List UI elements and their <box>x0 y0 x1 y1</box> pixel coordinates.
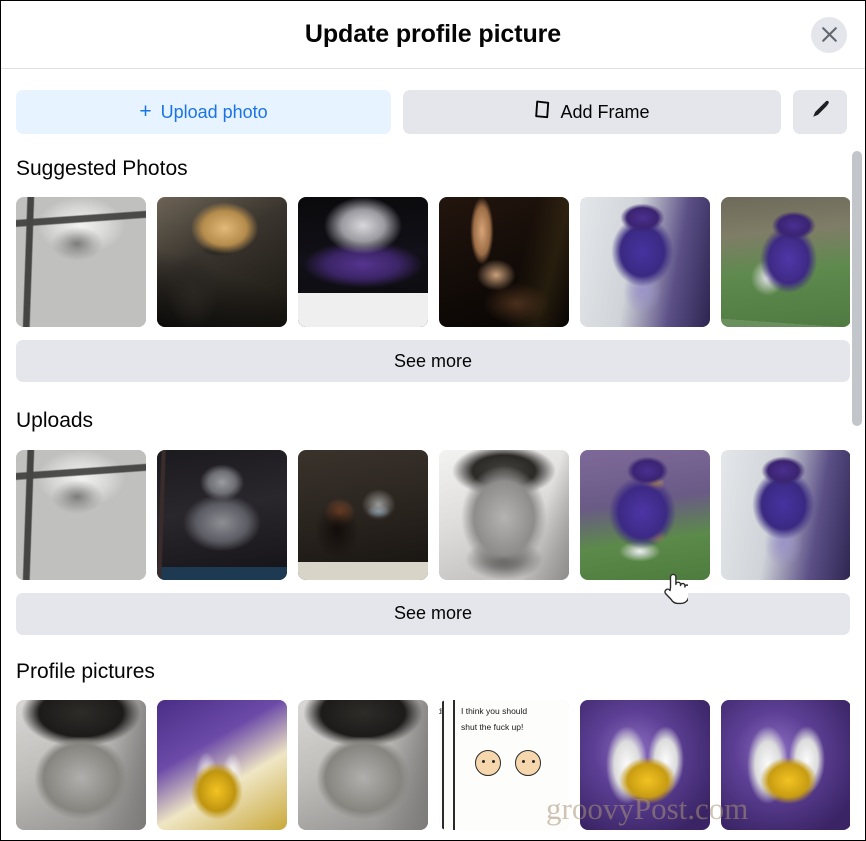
section-uploads: Uploads THIELEN 19 See more <box>16 408 851 635</box>
photo-profile-3[interactable] <box>298 699 428 830</box>
thumbnail-image <box>580 197 710 328</box>
thumbnail-image <box>16 449 146 580</box>
thumbnail-image <box>157 449 287 580</box>
dialog-body: + Upload photo Add Frame Suggested Photo… <box>1 69 865 840</box>
photo-suggested-5[interactable]: THIELEN 19 <box>580 197 710 328</box>
thumbnail-image <box>157 197 287 328</box>
photo-profile-4[interactable]: I think you should shut the fuck up! hou… <box>439 699 569 830</box>
thumbnail-image <box>298 197 428 328</box>
photo-grid: 28 THIELEN 19 14 <box>16 197 851 328</box>
update-profile-picture-dialog: Update profile picture + Upload photo Ad… <box>0 0 866 841</box>
section-profile-pictures: Profile pictures I think you should shut… <box>16 659 851 830</box>
photo-upload-2[interactable] <box>157 449 287 580</box>
scrollbar-thumb[interactable] <box>852 151 862 426</box>
photo-upload-6[interactable]: THIELEN 19 <box>721 449 851 580</box>
photo-upload-5[interactable] <box>580 449 710 580</box>
thumbnail-image <box>157 699 287 830</box>
comic-line-1: I think you should <box>461 705 528 716</box>
see-more-uploads-button[interactable]: See more <box>16 592 850 635</box>
add-frame-button[interactable]: Add Frame <box>403 90 781 134</box>
section-suggested-photos: Suggested Photos 28 THIELEN 19 14 <box>16 156 851 383</box>
comic-head-left <box>475 749 501 776</box>
plus-icon: + <box>139 99 152 123</box>
pencil-icon <box>810 99 831 125</box>
thumbnail-image <box>298 449 428 580</box>
section-title: Uploads <box>16 409 94 433</box>
upload-photo-button[interactable]: + Upload photo <box>16 90 391 134</box>
add-frame-label: Add Frame <box>560 101 650 122</box>
photo-profile-1[interactable] <box>16 699 146 830</box>
thumbnail-image <box>721 699 851 830</box>
comic-line-partial: hould <box>439 705 442 717</box>
upload-photo-label: Upload photo <box>160 101 268 122</box>
photo-suggested-3[interactable]: 28 <box>298 197 428 328</box>
thumbnail-image <box>721 449 851 580</box>
photo-suggested-1[interactable] <box>16 197 146 328</box>
comic-line-2: shut the fuck up! <box>461 721 524 732</box>
thumbnail-image <box>298 699 428 830</box>
thumbnail-image <box>580 699 710 830</box>
edit-button[interactable] <box>793 90 847 134</box>
photo-profile-2[interactable] <box>157 699 287 830</box>
close-button[interactable] <box>811 16 847 53</box>
thumbnail-image <box>721 197 851 328</box>
photo-suggested-4[interactable] <box>439 197 569 328</box>
photo-profile-6[interactable] <box>721 699 851 830</box>
thumbnail-image <box>439 197 569 328</box>
thumbnail-image <box>580 449 710 580</box>
dialog-header: Update profile picture <box>1 1 865 69</box>
see-more-suggested-button[interactable]: See more <box>16 340 850 383</box>
thumbnail-image <box>439 449 569 580</box>
photo-upload-1[interactable] <box>16 449 146 580</box>
page-title: Update profile picture <box>304 20 562 48</box>
section-title: Suggested Photos <box>16 157 188 180</box>
comic-head-right <box>515 749 541 776</box>
close-icon <box>821 26 838 43</box>
photo-profile-5[interactable] <box>580 699 710 830</box>
photo-suggested-2[interactable] <box>157 197 287 328</box>
photo-suggested-6[interactable]: 14 <box>721 197 851 328</box>
thumbnail-image: I think you should shut the fuck up! hou… <box>439 699 569 830</box>
frame-icon <box>534 100 551 124</box>
photo-grid: I think you should shut the fuck up! hou… <box>16 699 851 830</box>
thumbnail-image <box>16 197 146 328</box>
photo-grid: THIELEN 19 <box>16 449 851 580</box>
thumbnail-image <box>16 699 146 830</box>
photo-upload-4[interactable] <box>439 449 569 580</box>
section-title: Profile pictures <box>16 659 155 683</box>
scrollbar-track[interactable] <box>850 70 864 839</box>
action-row: + Upload photo Add Frame <box>16 69 850 134</box>
photo-upload-3[interactable] <box>298 449 428 580</box>
